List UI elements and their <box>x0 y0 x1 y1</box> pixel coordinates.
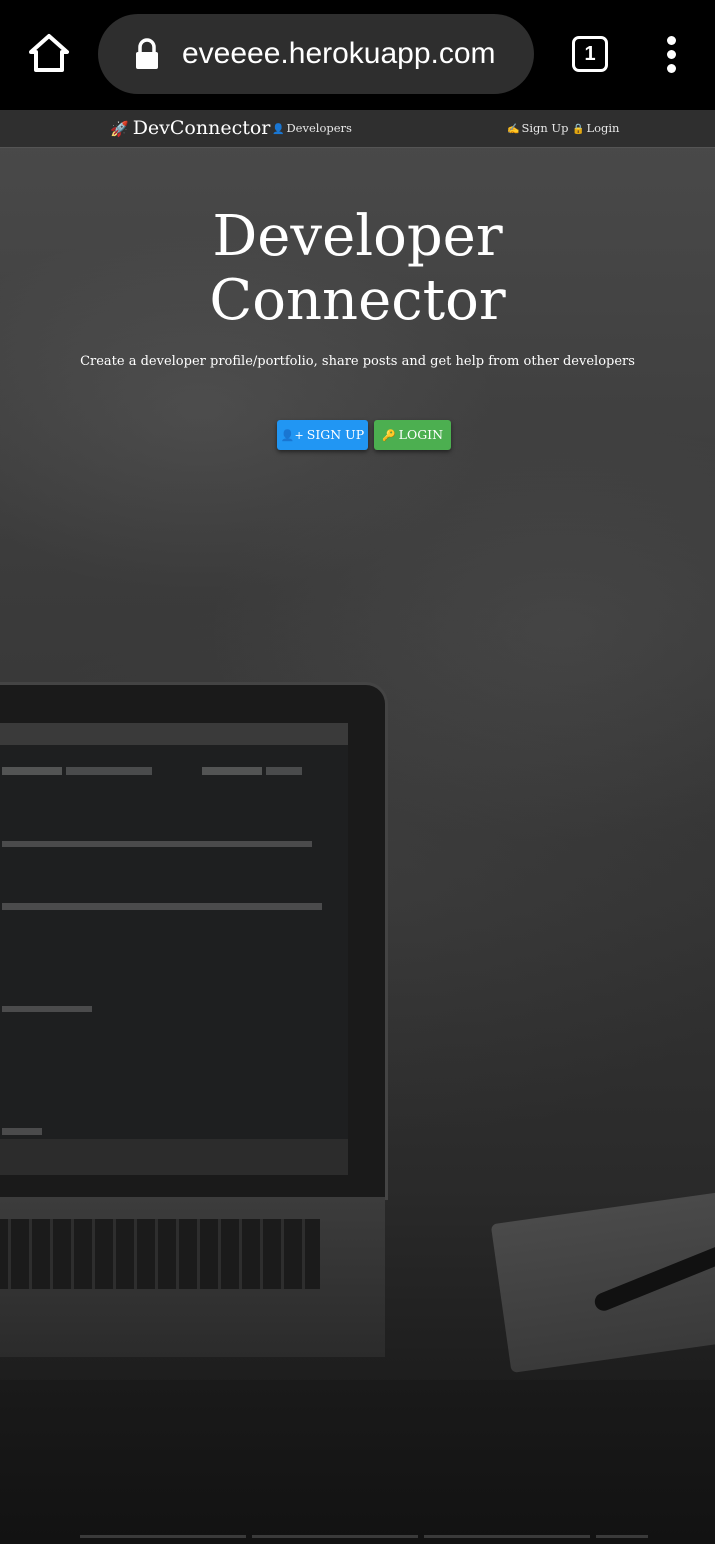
landing-page: 🚀 DevConnector 👤 Developers ✍ Sign Up 🔒 Logi… <box>0 110 715 1544</box>
signup-button-label: SIGN UP <box>306 427 365 442</box>
background-desk <box>0 1380 715 1544</box>
navbar: 🚀 DevConnector 👤 Developers ✍ Sign Up 🔒 Logi… <box>0 110 715 148</box>
lock-icon <box>134 38 160 70</box>
signup-button[interactable]: 👤+ SIGN UP <box>277 420 368 450</box>
nav-login[interactable]: 🔒 Login <box>572 120 619 137</box>
user-plus-icon: ✍ <box>507 124 520 135</box>
hero-title-line2: Connector <box>209 268 506 333</box>
background-laptop <box>0 682 388 1200</box>
code-lines <box>0 745 348 1175</box>
user-icon: 👤 <box>272 124 285 135</box>
brand-label: DevConnector <box>132 117 271 139</box>
brand-link[interactable]: 🚀 DevConnector <box>110 116 270 141</box>
login-button[interactable]: 🔑 LOGIN <box>374 420 451 450</box>
laptop-screen <box>0 723 348 1175</box>
gesture-bar <box>80 1535 648 1538</box>
url-text: eveeee.herokuapp.com <box>182 37 496 70</box>
key-icon: 🔑 <box>381 429 396 442</box>
hero-title-line1: Developer <box>212 204 503 269</box>
more-vert-icon[interactable] <box>664 36 678 74</box>
nav-signup-label: Sign Up <box>521 121 569 135</box>
login-button-label: LOGIN <box>398 427 444 442</box>
nav-developers[interactable]: 👤 Developers <box>272 120 352 137</box>
nav-developers-label: Developers <box>286 121 352 135</box>
hero-title: Developer Connector <box>0 205 715 333</box>
nav-signup[interactable]: ✍ Sign Up <box>507 120 569 137</box>
tab-switcher-icon[interactable]: 1 <box>572 36 608 72</box>
lock-icon: 🔒 <box>572 124 585 135</box>
user-plus-icon: 👤+ <box>280 429 304 442</box>
url-bar[interactable]: eveeee.herokuapp.com <box>98 14 534 94</box>
background-notebook <box>490 1191 715 1373</box>
nav-login-label: Login <box>586 121 620 135</box>
background-keyboard <box>0 1197 385 1357</box>
hero-lead: Create a developer profile/portfolio, sh… <box>80 354 635 369</box>
code-icon: 🚀 <box>110 120 129 138</box>
home-icon[interactable] <box>26 30 72 76</box>
browser-toolbar: eveeee.herokuapp.com 1 <box>0 0 715 110</box>
